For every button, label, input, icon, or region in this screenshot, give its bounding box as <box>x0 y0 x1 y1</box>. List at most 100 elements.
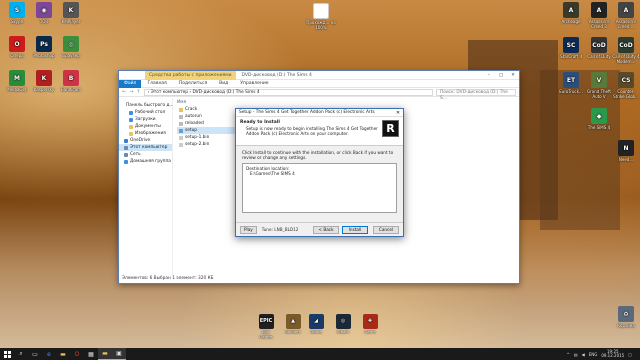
folder-icon[interactable]: ▬ <box>56 348 70 360</box>
forward-arrow-icon[interactable]: → <box>129 89 133 95</box>
desktop-shortcut[interactable]: K KMPlayer <box>57 2 85 24</box>
desktop-shortcut[interactable]: ◎ Steam <box>333 314 353 335</box>
explorer-taskbar-icon[interactable]: ▬ <box>98 348 112 360</box>
store-icon[interactable]: ▦ <box>84 348 98 360</box>
ribbon-tabs: Файл Главная Поделиться Вид Управление <box>119 79 519 88</box>
bandicam-icon: B <box>63 70 79 86</box>
desktop-shortcut[interactable]: S Skype <box>3 2 31 24</box>
tor-icon: ◉ <box>36 2 52 18</box>
close-button[interactable]: ✕ <box>507 73 519 78</box>
file-name: setup <box>185 128 198 133</box>
search-input[interactable]: Поиск: DVD-дисковод (D:) The S... <box>436 88 516 101</box>
nav-folder-icon <box>129 124 133 129</box>
clock[interactable]: 19:25 09.12.2015 <box>601 349 624 359</box>
desktop-shortcut[interactable]: B Bandicam <box>57 70 85 92</box>
desktop-shortcut[interactable]: ◢ Game <box>306 314 326 335</box>
desktop-shortcut[interactable]: EPIC Epic Games <box>256 314 276 339</box>
nav-item[interactable]: Изображения <box>119 130 172 137</box>
nav-item[interactable]: Сеть <box>119 151 172 158</box>
nav-item[interactable]: Загрузки <box>119 116 172 123</box>
desktop-shortcut[interactable]: CoD Call of Duty 4 Modern... <box>612 37 640 64</box>
column-header-name[interactable]: Имя <box>177 99 515 106</box>
ribbon-tab-file[interactable]: Файл <box>119 79 142 88</box>
desktop-shortcut[interactable]: CS Counter-Strike Glob... <box>612 72 640 99</box>
file-name: setup-2.bin <box>185 142 210 147</box>
window-controls: – □ ✕ <box>483 73 519 78</box>
ribbon-tab-home[interactable]: Главная <box>141 81 172 86</box>
desktop-shortcut[interactable]: K Kaspersky <box>30 70 58 92</box>
nav-item[interactable]: Документы <box>119 123 172 130</box>
desktop-shortcut[interactable]: ▲ Builders <box>283 314 303 335</box>
nav-item[interactable]: Этот компьютер <box>119 144 172 151</box>
nav-item[interactable]: Рабочий стол <box>119 109 172 116</box>
nav-folder-icon <box>129 110 133 115</box>
play-button[interactable]: Play <box>240 225 257 234</box>
desktop-shortcut[interactable]: Ps Photoshop <box>30 36 58 58</box>
language-indicator[interactable]: ENG <box>589 352 598 357</box>
tray-arrow-icon[interactable]: ^ <box>566 352 569 357</box>
edge-icon[interactable]: e <box>42 348 56 360</box>
desktop-shortcut[interactable]: O Опера <box>3 36 31 58</box>
need-for-speed-icon: N <box>618 140 634 156</box>
volume-icon[interactable]: ◀ <box>582 352 585 357</box>
tools-tab[interactable]: Средства работы с приложениями <box>145 70 236 80</box>
network-icon[interactable]: ▤ <box>574 352 578 357</box>
minimize-button[interactable]: – <box>483 73 495 78</box>
desktop-shortcut[interactable]: CoD Call of Duty <box>585 37 613 59</box>
desktop-shortcut[interactable]: SC StarCraft II <box>557 37 585 59</box>
task-view-icon[interactable]: ▭ <box>28 348 42 360</box>
file-row[interactable]: reloaded <box>177 120 237 127</box>
address-bar[interactable]: › Этот компьютер › DVD-дисковод (D:) The… <box>143 88 433 96</box>
nav-item-label: OneDrive <box>130 138 151 143</box>
desktop-icon-label: Game <box>364 329 376 334</box>
desktop-shortcut[interactable]: N Need... <box>612 140 640 162</box>
up-arrow-icon[interactable]: ↑ <box>136 89 140 95</box>
epic-games-icon: EPIC <box>258 314 274 329</box>
nav-item-label: Этот компьютер <box>130 145 168 150</box>
close-icon[interactable]: ✕ <box>393 110 403 116</box>
maximize-button[interactable]: □ <box>495 73 507 78</box>
file-row[interactable]: setup <box>177 127 237 134</box>
cancel-button[interactable]: Cancel <box>373 225 399 234</box>
desktop-shortcut[interactable]: V Grand Theft Auto V <box>585 72 613 99</box>
desktop-shortcut[interactable]: ◉ TOR <box>30 2 58 24</box>
nav-item-label: Документы <box>135 124 161 129</box>
nav-folder-icon <box>124 138 128 143</box>
nav-item[interactable]: OneDrive <box>119 137 172 144</box>
start-button[interactable] <box>0 348 14 360</box>
back-arrow-icon[interactable]: ← <box>122 89 126 95</box>
desktop-icon-label: Photoshop <box>33 53 55 58</box>
desktop-shortcut[interactable]: ✚ Game <box>360 314 380 335</box>
desktop-shortcut[interactable]: A Assassin's Creed 3 <box>585 2 613 29</box>
desktop-icon-label: Assassin's Creed 3 <box>588 19 610 29</box>
install-button[interactable]: Install <box>342 225 368 234</box>
nav-item[interactable]: Панель быстрого д... <box>119 102 174 109</box>
desktop-text-file[interactable]: Прохожд... на 100% <box>306 3 336 30</box>
file-icon <box>179 142 183 147</box>
setup-title: Setup - The Sims 4 Get Together Addon Pa… <box>239 110 375 115</box>
opera-taskbar-icon[interactable]: O <box>70 348 84 360</box>
nav-folder-icon <box>129 117 133 122</box>
chrome-icon: ◎ <box>63 36 79 52</box>
desktop-shortcut[interactable]: ♻ Корзина <box>612 306 640 328</box>
ribbon-tab-view[interactable]: Вид <box>213 81 234 86</box>
ribbon-tab-share[interactable]: Поделиться <box>173 81 213 86</box>
nav-item[interactable]: Домашняя группа <box>119 158 172 165</box>
desktop-shortcut[interactable]: ◆ The SIMS 4 <box>585 108 613 130</box>
desktop-shortcut[interactable]: A Assassin's Creed ... <box>612 2 640 29</box>
desktop-shortcut[interactable]: M MediaGet <box>3 70 31 92</box>
search-icon[interactable]: ⌕ <box>14 348 28 360</box>
notifications-icon[interactable]: ▢ <box>628 352 632 357</box>
nav-item-label: Сеть <box>130 152 141 157</box>
desktop-shortcut[interactable]: A Archeage <box>557 2 585 24</box>
setup-taskbar-icon[interactable]: ▣ <box>112 348 126 360</box>
desktop-shortcut[interactable]: ET EuroTruck... <box>557 72 585 94</box>
file-row[interactable]: autorun <box>177 113 237 120</box>
ribbon-tab-manage[interactable]: Управление <box>234 81 274 86</box>
back-button[interactable]: < Back <box>313 225 339 234</box>
desktop-shortcut[interactable]: ◎ Браузер <box>57 36 85 58</box>
file-row[interactable]: setup-2.bin <box>177 141 237 148</box>
file-row[interactable]: setup-1.bin <box>177 134 237 141</box>
file-row[interactable]: Crack <box>177 106 237 113</box>
file-name: reloaded <box>185 121 204 126</box>
